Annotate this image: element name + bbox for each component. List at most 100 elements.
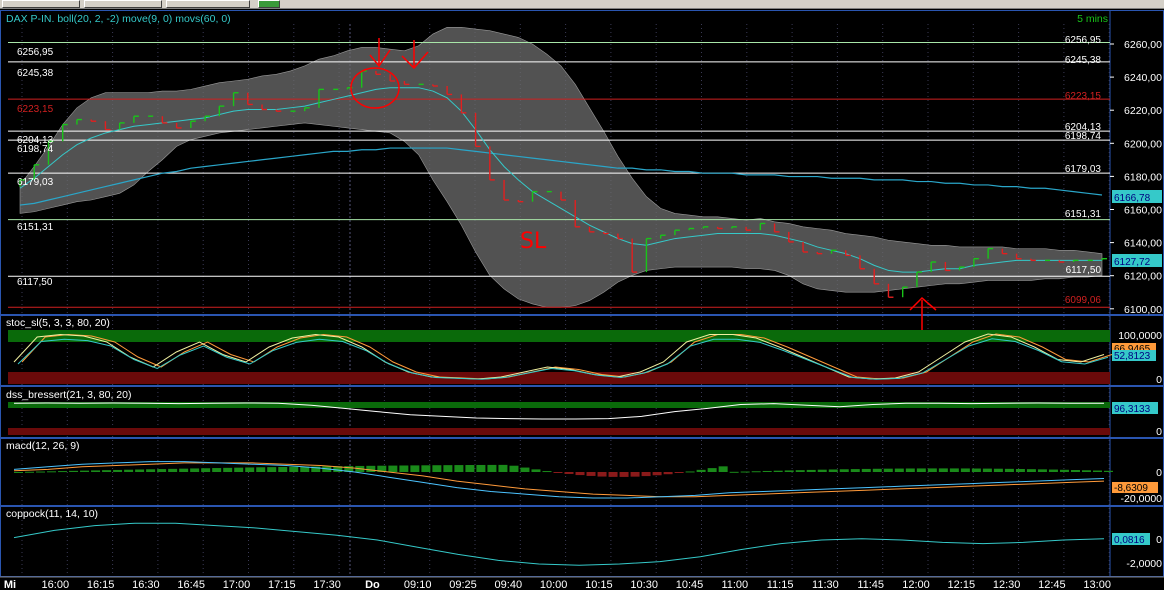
macd-histogram-bar xyxy=(498,464,508,472)
macd-histogram-bar xyxy=(674,472,684,473)
macd-histogram-bar xyxy=(366,465,376,472)
macd-histogram-bar xyxy=(91,470,101,472)
macd-histogram-bar xyxy=(454,465,464,472)
macd-histogram-bar xyxy=(784,470,794,472)
macd-histogram-bar xyxy=(1037,469,1047,472)
macd-line xyxy=(13,461,1105,499)
macd-histogram-bar xyxy=(608,472,618,477)
macd-histogram-bar xyxy=(1104,470,1113,472)
macd-histogram-bar xyxy=(267,467,277,472)
macd-histogram-bar xyxy=(696,469,706,472)
macd-histogram-bar xyxy=(47,471,57,473)
price-badge: 6166,78 xyxy=(1114,193,1151,204)
macd-histogram-bar xyxy=(927,468,937,472)
macd-histogram-bar xyxy=(1048,469,1058,472)
level-label-left: 6117,50 xyxy=(17,277,53,288)
macd-histogram-bar xyxy=(542,471,552,473)
macd-badge: -8,6309 xyxy=(1114,483,1148,494)
time-axis-label: 12:30 xyxy=(993,579,1021,590)
macd-histogram-bar xyxy=(1092,470,1102,472)
time-axis-label: Mi xyxy=(4,579,16,590)
macd-histogram-bar xyxy=(1070,470,1080,472)
level-label-right: 6245,38 xyxy=(1065,55,1102,66)
bollinger-band xyxy=(19,27,1103,308)
time-axis-label: 16:15 xyxy=(87,579,115,590)
macd-histogram-bar xyxy=(751,471,761,473)
price-axis-label: 6260,00 xyxy=(1124,39,1162,51)
time-axis-label: 16:30 xyxy=(132,579,160,590)
macd-histogram-bar xyxy=(157,469,167,472)
coppock-line xyxy=(13,522,1105,566)
time-axis-label: 17:30 xyxy=(313,579,341,590)
chart-title: DAX P-IN. boll(20, 2, -2) move(9, 0) mov… xyxy=(6,13,231,25)
price-axis-label: 6120,00 xyxy=(1124,271,1162,283)
macd-histogram-bar xyxy=(586,472,596,476)
macd-histogram-bar xyxy=(641,472,651,477)
macd-histogram-bar xyxy=(212,468,222,472)
dss-badge: 96,3133 xyxy=(1114,404,1151,415)
macd-histogram-bar xyxy=(740,471,750,473)
macd-histogram-bar xyxy=(685,471,695,473)
macd-histogram-bar xyxy=(410,465,420,472)
macd-histogram-bar xyxy=(762,470,772,472)
macd-histogram-bar xyxy=(1015,468,1025,472)
macd-histogram-bar xyxy=(179,468,189,472)
oversold-zone xyxy=(8,372,1110,384)
macd-histogram-bar xyxy=(564,472,574,474)
time-axis-label: 11:30 xyxy=(812,579,839,590)
macd-histogram-bar xyxy=(597,472,607,477)
macd-histogram-bar xyxy=(234,467,244,472)
macd-histogram-bar xyxy=(1081,470,1091,472)
macd-histogram-bar xyxy=(289,466,299,472)
macd-histogram-bar xyxy=(25,471,35,473)
macd-histogram-bar xyxy=(399,465,409,472)
level-label-left: 6245,38 xyxy=(17,68,54,79)
macd-histogram-bar xyxy=(729,471,739,473)
time-axis-label: 16:45 xyxy=(177,579,205,590)
macd-histogram-bar xyxy=(993,468,1003,472)
macd-histogram-bar xyxy=(960,468,970,472)
overbought-zone xyxy=(8,330,1110,342)
macd-histogram-bar xyxy=(718,466,728,472)
macd-histogram-bar xyxy=(509,465,519,472)
macd-histogram-bar xyxy=(168,468,178,472)
macd-histogram-bar xyxy=(278,466,288,472)
macd-histogram-bar xyxy=(575,472,585,476)
coppock-axis-label: 0 xyxy=(1156,534,1162,546)
time-axis-label: 09:40 xyxy=(495,579,523,590)
time-axis-label: 10:00 xyxy=(540,579,568,590)
coppock-axis-label: -2,0000 xyxy=(1126,558,1162,570)
macd-histogram-bar xyxy=(443,465,453,472)
macd-histogram-bar xyxy=(432,465,442,472)
macd-histogram-bar xyxy=(190,468,200,472)
macd-histogram-bar xyxy=(223,467,233,472)
price-axis-label: 6140,00 xyxy=(1124,238,1162,250)
macd-histogram-bar xyxy=(773,470,783,472)
timeframe-label: 5 mins xyxy=(1077,13,1108,25)
macd-histogram-bar xyxy=(102,470,112,472)
macd-histogram-bar xyxy=(663,472,673,475)
macd-histogram-bar xyxy=(652,472,662,476)
price-axis-label: 6100,00 xyxy=(1124,304,1162,316)
macd-histogram-bar xyxy=(872,468,882,472)
time-axis-label: 10:15 xyxy=(585,579,613,590)
time-axis-label: 12:15 xyxy=(948,579,976,590)
level-label-left: 6179,03 xyxy=(17,177,54,188)
level-label-left: 6151,31 xyxy=(17,222,54,233)
macd-histogram-bar xyxy=(707,468,717,472)
macd-histogram-bar xyxy=(839,469,849,472)
time-axis-label: 11:45 xyxy=(857,579,884,590)
macd-histogram-bar xyxy=(883,468,893,472)
macd-histogram-bar xyxy=(982,468,992,472)
macd-histogram-bar xyxy=(201,468,211,472)
macd-histogram-bar xyxy=(476,464,486,472)
time-axis-label: 10:30 xyxy=(630,579,658,590)
macd-histogram-bar xyxy=(619,472,629,477)
macd-histogram-bar xyxy=(894,468,904,472)
level-label-left: 6198,74 xyxy=(17,144,54,155)
macd-histogram-bar xyxy=(69,470,79,472)
level-label-right: 6099,06 xyxy=(1065,295,1102,306)
time-axis-label: 11:15 xyxy=(767,579,794,590)
macd-histogram-bar xyxy=(905,468,915,472)
macd-histogram-bar xyxy=(146,469,156,472)
